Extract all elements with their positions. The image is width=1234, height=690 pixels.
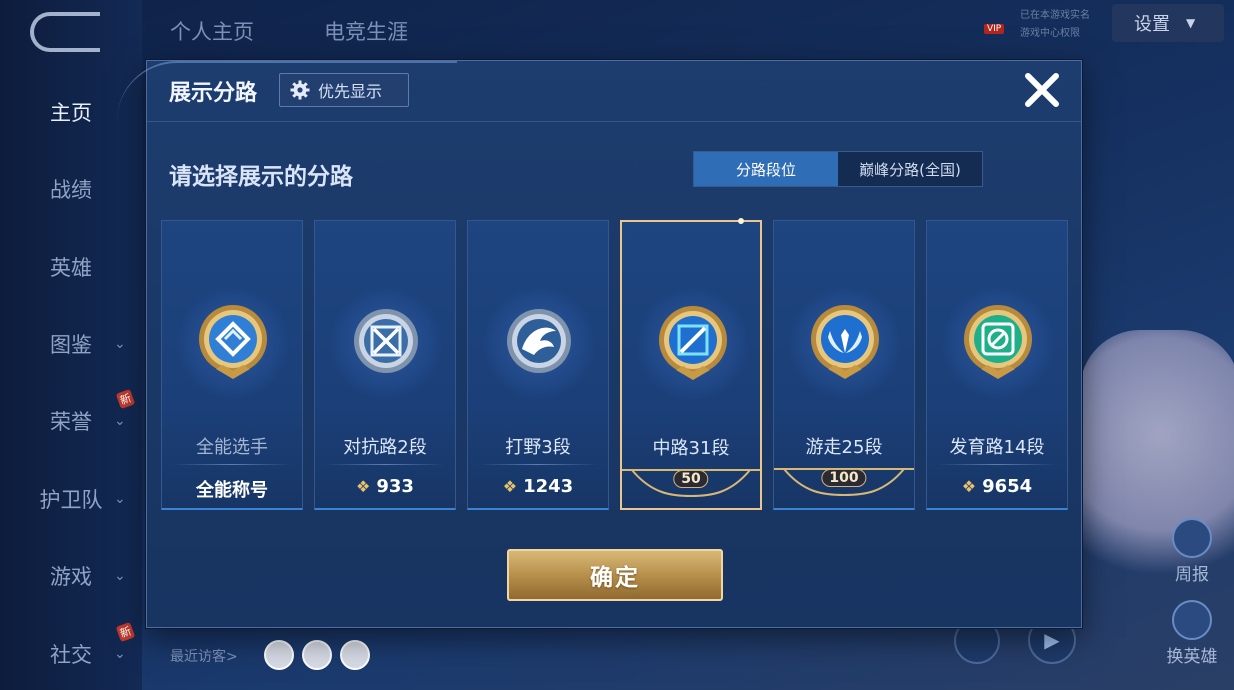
vip-area[interactable]: VIP 已在本游戏实名 游戏中心权限 xyxy=(984,4,1099,40)
chevron-down-icon: ⌄ xyxy=(114,336,126,352)
tab-peak-lane[interactable]: 巅峰分路(全国) xyxy=(838,152,982,186)
card-divider xyxy=(937,464,1057,465)
tab-esports-career[interactable]: 电竞生涯 xyxy=(324,16,408,46)
sidebar-item-social[interactable]: 社交新 ⌄ xyxy=(0,621,142,674)
avatar[interactable] xyxy=(340,640,370,670)
card-divider xyxy=(478,464,598,465)
weekly-report-button[interactable]: 周报 xyxy=(1160,518,1224,585)
card-divider xyxy=(172,464,292,465)
sidebar-item-honor[interactable]: 荣誉新 ⌄ xyxy=(0,388,142,441)
rank-ribbon: 50 xyxy=(622,466,760,502)
lane-name: 打野3段 xyxy=(505,437,571,458)
rank-number: 50 xyxy=(673,470,709,488)
confirm-button[interactable]: 确定 xyxy=(507,549,723,601)
lane-display-dialog: 展示分路 优先显示 请选择展示的分路 分路段位 巅峰分路(全国) 全能选手 全能… xyxy=(117,60,1082,628)
score-icon: ❖ xyxy=(356,477,371,496)
score-icon: ❖ xyxy=(502,477,518,496)
priority-display-button[interactable]: 优先显示 xyxy=(279,73,409,107)
lane-card-all-round[interactable]: 全能选手 全能称号 xyxy=(161,220,303,510)
lane-name: 对抗路2段 xyxy=(343,437,427,458)
all-round-emblem-icon xyxy=(199,305,267,379)
dialog-title: 展示分路 xyxy=(169,81,258,106)
sidebar-item-codex[interactable]: 图鉴 ⌄ xyxy=(0,324,142,364)
clash-lane-emblem-icon xyxy=(354,309,418,373)
sidebar-item-games[interactable]: 游戏 ⌄ xyxy=(0,556,142,596)
gear-icon xyxy=(290,80,310,100)
rank-ribbon: 100 xyxy=(774,465,914,501)
tab-lane-rank[interactable]: 分路段位 xyxy=(694,152,838,186)
settings-button[interactable]: 设置 ▼ xyxy=(1112,4,1224,42)
tab-profile[interactable]: 个人主页 xyxy=(170,16,254,46)
chevron-down-icon: ▼ xyxy=(1186,16,1196,30)
lane-tabs: 分路段位 巅峰分路(全国) xyxy=(693,151,983,187)
lane-name: 游走25段 xyxy=(805,437,883,458)
lane-name: 发育路14段 xyxy=(949,437,1045,458)
mid-lane-emblem-icon xyxy=(659,306,727,380)
lane-name: 中路31段 xyxy=(652,438,730,459)
sidebar-item-record[interactable]: 战绩 xyxy=(0,169,142,209)
avatar[interactable] xyxy=(302,640,332,670)
rank-number: 100 xyxy=(821,469,867,487)
chevron-down-icon: ⌄ xyxy=(114,568,126,584)
hero-icon xyxy=(1172,600,1212,640)
all-round-title: 全能称号 xyxy=(196,480,268,501)
back-arrow-icon[interactable] xyxy=(30,12,100,52)
lane-card-farm[interactable]: 发育路14段 ❖ 9654 xyxy=(926,220,1068,510)
lane-score: ❖ 9654 xyxy=(961,476,1033,497)
close-icon[interactable] xyxy=(1021,69,1063,111)
vip-badge: VIP xyxy=(984,24,1005,34)
score-icon: ❖ xyxy=(961,477,977,496)
dialog-divider xyxy=(147,121,1081,122)
chevron-down-icon: ⌄ xyxy=(114,413,126,429)
switch-hero-button[interactable]: 换英雄 xyxy=(1160,600,1224,667)
card-divider xyxy=(325,464,445,465)
avatar[interactable] xyxy=(264,640,294,670)
lane-card-jungle[interactable]: 打野3段 ❖ 1243 xyxy=(467,220,609,510)
chevron-down-icon: ⌄ xyxy=(114,646,126,662)
vip-line2: 游戏中心权限 xyxy=(1020,28,1080,39)
lane-card-clash[interactable]: 对抗路2段 ❖ 933 xyxy=(314,220,456,510)
dialog-subtitle: 请选择展示的分路 xyxy=(169,164,353,190)
recent-visitors-link[interactable]: 最近访客> xyxy=(170,646,238,666)
report-icon xyxy=(1172,518,1212,558)
sidebar-item-guard[interactable]: 护卫队 ⌄ xyxy=(0,479,142,519)
vip-line1: 已在本游戏实名 xyxy=(1020,10,1090,21)
farm-lane-emblem-icon xyxy=(964,305,1032,379)
chevron-down-icon: ⌄ xyxy=(114,491,126,507)
lane-score: ❖ 1243 xyxy=(502,476,574,497)
jungle-emblem-icon xyxy=(507,309,571,373)
lane-score: ❖ 933 xyxy=(356,476,414,497)
lane-name: 全能选手 xyxy=(196,437,268,458)
lane-card-mid[interactable]: 中路31段 50 xyxy=(620,218,762,510)
roam-emblem-icon xyxy=(811,305,879,379)
lane-card-roam[interactable]: 游走25段 100 xyxy=(773,220,915,510)
selection-dot xyxy=(738,218,744,224)
sidebar-item-heroes[interactable]: 英雄 xyxy=(0,247,142,287)
